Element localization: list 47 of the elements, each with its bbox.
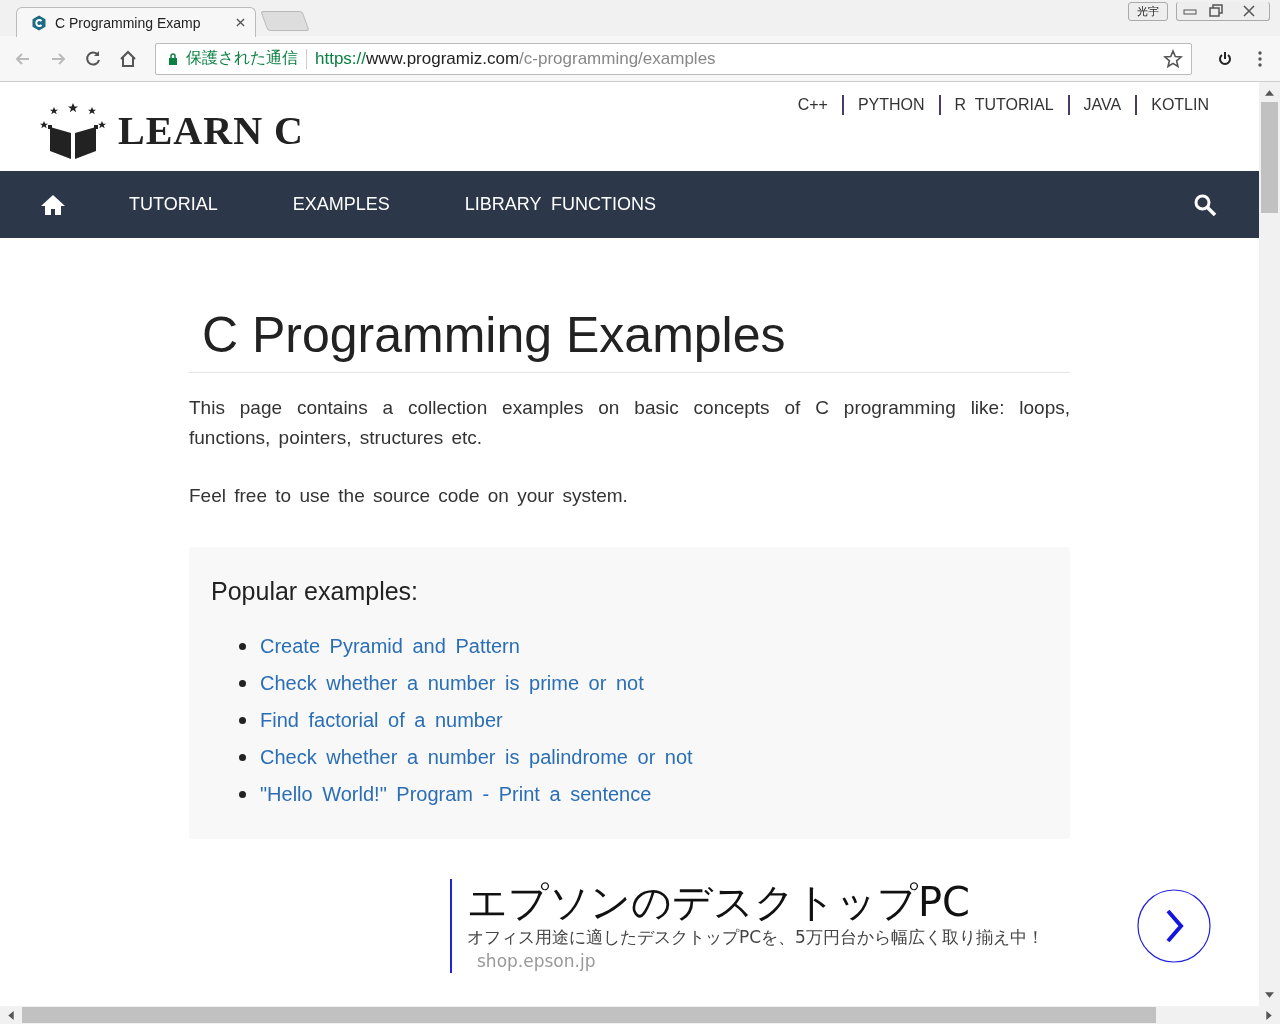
ime-indicator[interactable]: 光宇 <box>1128 2 1168 21</box>
tab-title: C Programming Examp <box>55 14 202 31</box>
example-link[interactable]: "Hello World!" Program - Print a sentence <box>260 783 652 806</box>
nav-link[interactable]: EXAMPLES <box>292 194 390 215</box>
bullet-icon <box>239 717 246 724</box>
page-title: C Programming Examples <box>189 306 1070 373</box>
bullet-icon <box>239 754 246 761</box>
language-link[interactable]: R TUTORIAL <box>954 96 1054 114</box>
search-icon[interactable] <box>1193 192 1217 217</box>
example-link[interactable]: Check whether a number is palindrome or not <box>260 746 693 769</box>
close-icon[interactable] <box>236 18 245 27</box>
url-text: https://www.programiz.com/c-programming/examples <box>315 48 716 69</box>
scroll-down-icon[interactable] <box>1265 992 1274 998</box>
scrollbar-thumb[interactable] <box>1261 102 1278 213</box>
bullet-icon <box>239 791 246 798</box>
nav-link[interactable]: LIBRARY FUNCTIONS <box>464 194 657 215</box>
scrollbar-thumb[interactable] <box>22 1007 1156 1023</box>
ad-description: オフィス用途に適したデスクトップPCを、5万円台から幅広く取り揃え中！ shop.epson.jp <box>467 926 1045 973</box>
vertical-scrollbar[interactable] <box>1259 82 1280 1006</box>
nav-link[interactable]: TUTORIAL <box>129 194 218 215</box>
home-icon[interactable] <box>118 48 138 69</box>
home-icon[interactable] <box>40 193 66 216</box>
panel-heading: Popular examples: <box>211 577 420 606</box>
intro-paragraph: Feel free to use the source code on your system. <box>189 484 629 508</box>
secure-label: 保護された通信 <box>186 48 298 69</box>
example-link[interactable]: Find factorial of a number <box>260 709 503 732</box>
star-icon[interactable] <box>1163 48 1183 69</box>
site-logo-text[interactable]: LEARN C <box>118 107 304 154</box>
ad-title[interactable]: エプソンのデスクトップPC <box>467 879 1107 925</box>
language-link[interactable]: JAVA <box>1083 96 1122 114</box>
chevron-right-icon[interactable] <box>1137 889 1211 963</box>
example-link[interactable]: Check whether a number is prime or not <box>260 672 644 695</box>
scroll-right-icon[interactable] <box>1266 1010 1272 1020</box>
language-link[interactable]: KOTLIN <box>1151 96 1209 114</box>
scroll-up-icon[interactable] <box>1265 90 1274 96</box>
horizontal-scrollbar[interactable] <box>0 1006 1280 1024</box>
language-link[interactable]: C++ <box>797 96 828 114</box>
lock-icon <box>168 52 178 65</box>
intro-paragraph: This page contains a collection examples on basic concepts of C programming like: loops, functions, pointers, structures etc. <box>189 396 1070 450</box>
browser-tab[interactable]: C Programming Examp <box>16 7 256 37</box>
bullet-icon <box>239 643 246 650</box>
bullet-icon <box>239 680 246 687</box>
address-bar[interactable]: 保護された通信 https://www.programiz.com/c-programming/examples <box>155 42 1192 75</box>
language-link[interactable]: PYTHON <box>857 96 925 114</box>
c-logo-icon <box>31 14 47 31</box>
scroll-left-icon[interactable] <box>8 1010 14 1020</box>
example-link[interactable]: Create Pyramid and Pattern <box>260 635 520 658</box>
